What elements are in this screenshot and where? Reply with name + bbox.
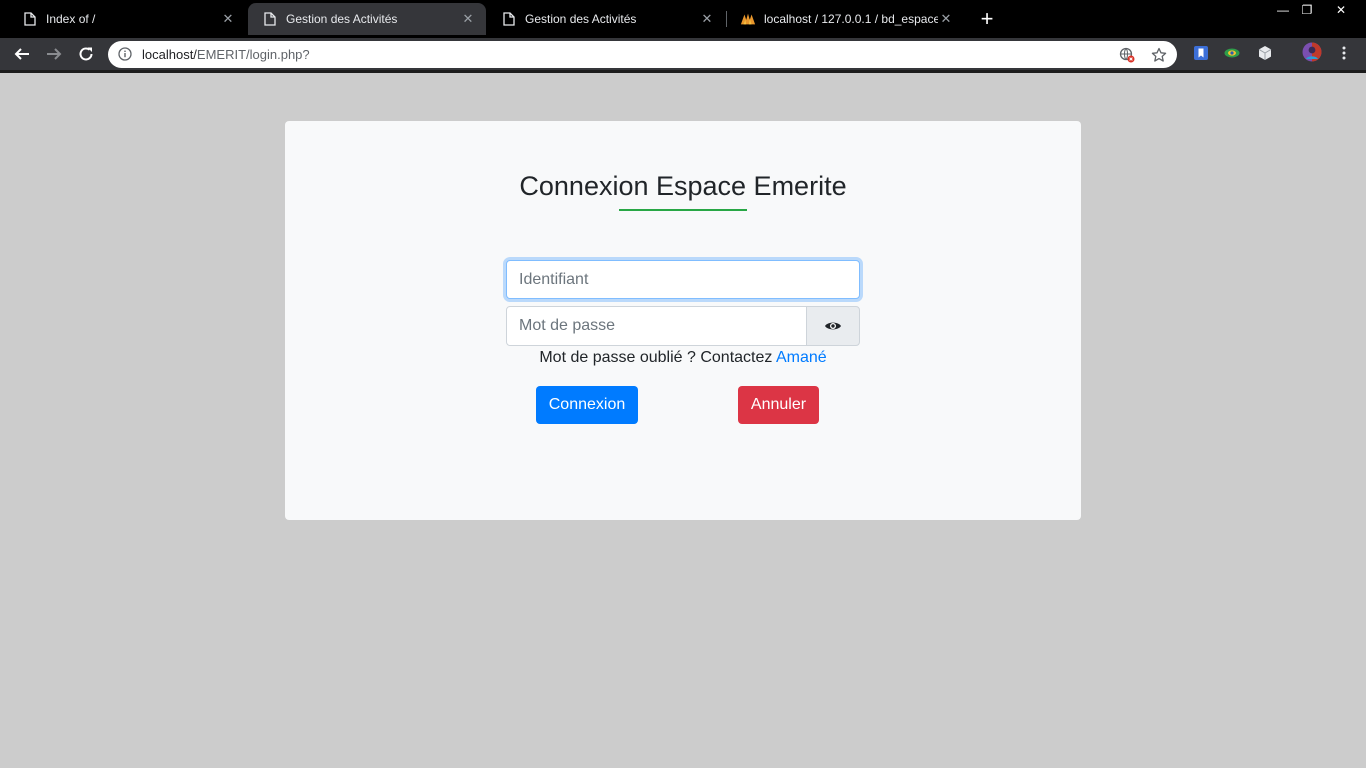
identifiant-input[interactable] <box>506 260 860 299</box>
tab-close-icon[interactable]: ✕ <box>220 11 236 27</box>
page-icon <box>501 11 517 27</box>
password-input[interactable] <box>506 306 807 346</box>
reload-icon <box>79 47 93 61</box>
back-arrow-icon <box>14 48 29 60</box>
translate-blocked-icon[interactable] <box>1118 46 1136 64</box>
eye-icon <box>825 322 841 330</box>
tab-title: Gestion des Activités <box>525 12 637 26</box>
url-host: localhost/ <box>142 47 197 62</box>
reload-button[interactable] <box>74 42 98 66</box>
tab-title: localhost / 127.0.0.1 / bd_espace <box>764 12 938 26</box>
forgot-password-text: Mot de passe oublié ? Contactez <box>539 349 773 366</box>
title-underline <box>619 209 747 211</box>
tab-close-icon[interactable]: ✕ <box>938 11 954 27</box>
tab-title: Gestion des Activités <box>286 12 398 26</box>
tab-close-icon[interactable]: ✕ <box>699 11 715 27</box>
page-icon <box>22 11 38 27</box>
new-tab-button[interactable]: + <box>975 8 999 32</box>
cube-extension-icon[interactable] <box>1256 44 1274 62</box>
tab-gestion-activites-active[interactable]: Gestion des Activités ✕ <box>248 3 486 35</box>
bookmark-extension-icon[interactable] <box>1192 44 1210 62</box>
profile-avatar-icon[interactable] <box>1302 42 1322 62</box>
phpmyadmin-icon <box>740 11 756 27</box>
site-info-icon[interactable] <box>118 47 132 66</box>
forgot-password-line: Mot de passe oublié ? Contactez Amané <box>0 349 1366 367</box>
restore-button[interactable]: ❐ <box>1292 0 1322 20</box>
tab-index-of[interactable]: Index of / ✕ <box>8 3 246 35</box>
forward-arrow-icon <box>47 48 62 60</box>
address-url: localhost/EMERIT/login.php? <box>142 47 310 62</box>
toggle-password-button[interactable] <box>806 306 860 346</box>
contact-amane-link[interactable]: Amané <box>776 349 827 366</box>
connexion-button[interactable]: Connexion <box>536 386 638 424</box>
page-title: Connexion Espace Emerite <box>519 171 847 201</box>
address-bar[interactable]: localhost/EMERIT/login.php? <box>108 41 1177 68</box>
page-icon <box>262 11 278 27</box>
forward-button[interactable] <box>42 42 66 66</box>
tab-title: Index of / <box>46 12 96 26</box>
bookmark-star-icon[interactable] <box>1150 46 1168 64</box>
url-path: EMERIT/login.php? <box>196 47 310 62</box>
toolbar-divider <box>0 70 1366 73</box>
tab-phpmyadmin[interactable]: localhost / 127.0.0.1 / bd_espace ✕ <box>726 3 964 35</box>
browser-tabstrip: Index of / ✕ Gestion des Activités ✕ Ges… <box>0 0 1366 38</box>
tab-gestion-activites[interactable]: Gestion des Activités ✕ <box>487 3 725 35</box>
tab-close-icon[interactable]: ✕ <box>460 11 476 27</box>
back-button[interactable] <box>10 42 34 66</box>
globe-extension-icon[interactable] <box>1223 44 1241 62</box>
browser-toolbar: localhost/EMERIT/login.php? <box>0 38 1366 70</box>
annuler-button[interactable]: Annuler <box>738 386 819 424</box>
window-close-button[interactable]: ✕ <box>1324 0 1358 20</box>
chrome-menu-icon[interactable] <box>1335 44 1353 62</box>
